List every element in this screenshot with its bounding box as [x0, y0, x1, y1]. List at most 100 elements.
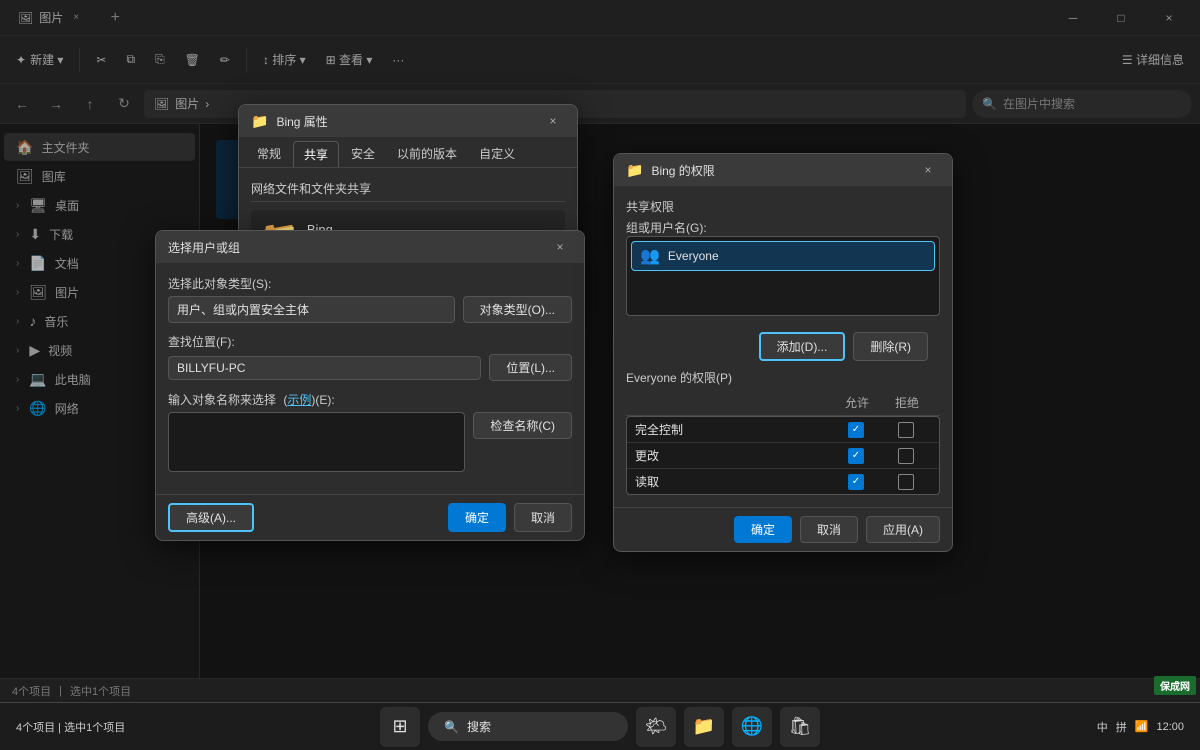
- bing-perms-cancel-btn[interactable]: 取消: [800, 516, 858, 543]
- tab-close-btn[interactable]: ×: [69, 11, 83, 25]
- bing-perms-dialog: 📁 Bing 的权限 × 共享权限 组或用户名(G): 👥 Everyone 添…: [613, 153, 953, 552]
- select-user-body: 选择此对象类型(S): 用户、组或内置安全主体 对象类型(O)... 查找位置(…: [156, 263, 584, 494]
- address-icon: 🖼: [154, 97, 169, 111]
- taskbar: 4个项目 | 选中1个项目 ⊞ 🔍 搜索 🌤 📁 🌐 🛍 中 拼 📶 12:00: [0, 702, 1200, 750]
- documents-arrow: ›: [16, 258, 19, 269]
- select-user-title: 选择用户或组: [168, 239, 540, 256]
- taskbar-files-btn[interactable]: 📁: [684, 707, 724, 747]
- perm-name-modify: 更改: [635, 447, 831, 464]
- new-tab-btn[interactable]: +: [101, 4, 129, 32]
- minimize-btn[interactable]: ─: [1050, 0, 1096, 36]
- search-bar[interactable]: 🔍 在图片中搜索: [972, 90, 1192, 118]
- paste-btn[interactable]: ⎘: [147, 44, 173, 76]
- tab-custom[interactable]: 自定义: [469, 141, 525, 167]
- status-selected: 选中1个项目: [70, 683, 131, 699]
- share-perms-label: 共享权限: [626, 198, 940, 215]
- sidebar-item-desktop[interactable]: › 🖥 桌面: [4, 191, 195, 219]
- perm-allow-modify[interactable]: [848, 448, 864, 464]
- pictures-arrow: ›: [16, 287, 19, 298]
- explorer-addressbar: ← → ↑ ↻ 🖼 图片 › 🔍 在图片中搜索: [0, 84, 1200, 124]
- perm-col-allow: 允许: [832, 394, 882, 411]
- everyone-label: Everyone: [668, 249, 719, 263]
- toolbar-sep-1: [79, 48, 80, 72]
- example-link[interactable]: 示例: [287, 393, 311, 407]
- cut-btn[interactable]: ✂: [88, 44, 114, 76]
- maximize-btn[interactable]: □: [1098, 0, 1144, 36]
- details-btn[interactable]: ☰ 详细信息: [1114, 44, 1192, 76]
- add-user-btn[interactable]: 添加(D)...: [759, 332, 846, 361]
- bing-perms-close-btn[interactable]: ×: [916, 158, 940, 182]
- taskbar-store-btn[interactable]: 🛍: [780, 707, 820, 747]
- perm-deny-read[interactable]: [898, 474, 914, 490]
- select-user-cancel-btn[interactable]: 取消: [514, 503, 572, 532]
- object-name-input[interactable]: [168, 412, 465, 472]
- select-user-ok-btn[interactable]: 确定: [448, 503, 506, 532]
- perm-deny-modify[interactable]: [898, 448, 914, 464]
- bing-perms-ok-btn[interactable]: 确定: [734, 516, 792, 543]
- perm-allow-read[interactable]: [848, 474, 864, 490]
- bing-props-icon: 📁: [251, 113, 268, 130]
- refresh-btn[interactable]: ↻: [110, 90, 138, 118]
- forward-btn[interactable]: →: [42, 90, 70, 118]
- perms-section: 共享权限 组或用户名(G): 👥 Everyone 添加(D)... 删除(R)…: [614, 186, 952, 507]
- tab-general[interactable]: 常规: [247, 141, 291, 167]
- status-count: 4个项目: [12, 683, 51, 699]
- desktop-arrow: ›: [16, 200, 19, 211]
- sidebar-item-gallery[interactable]: 🖼 图库: [4, 162, 195, 190]
- delete-btn[interactable]: 🗑: [177, 44, 208, 76]
- bing-props-close-btn[interactable]: ×: [541, 109, 565, 133]
- rename-btn[interactable]: ✏: [212, 44, 238, 76]
- sidebar-label-desktop: 桌面: [55, 197, 79, 214]
- videos-icon: ▶: [29, 342, 40, 359]
- sidebar-item-home[interactable]: 🏠 主文件夹: [4, 133, 195, 161]
- perm-row-modify: 更改: [627, 443, 939, 469]
- watermark: 保成网: [1154, 676, 1196, 695]
- perm-allow-fullcontrol[interactable]: [848, 422, 864, 438]
- taskbar-edge-btn[interactable]: 🌐: [732, 707, 772, 747]
- tray-lang-pin[interactable]: 拼: [1116, 719, 1127, 735]
- location-label: 查找位置(F):: [168, 333, 572, 350]
- pictures-icon: 🖼: [29, 284, 47, 301]
- advanced-btn[interactable]: 高级(A)...: [168, 503, 254, 532]
- location-row: 查找位置(F): BILLYFU-PC 位置(L)...: [168, 333, 572, 381]
- perm-col-deny: 拒绝: [882, 394, 932, 411]
- desktop-icon: 🖥: [29, 197, 47, 214]
- tab-previous[interactable]: 以前的版本: [387, 141, 467, 167]
- new-btn[interactable]: ✦ ✦ 新建 新建 ▾: [8, 44, 71, 76]
- tab-security[interactable]: 安全: [341, 141, 385, 167]
- select-user-dialog: 选择用户或组 × 选择此对象类型(S): 用户、组或内置安全主体 对象类型(O)…: [155, 230, 585, 541]
- explorer-tab-pictures[interactable]: 🖼 图片 ×: [8, 5, 93, 30]
- bing-perms-apply-btn[interactable]: 应用(A): [866, 516, 940, 543]
- taskbar-search[interactable]: 🔍 搜索: [428, 712, 628, 741]
- more-btn[interactable]: ···: [384, 44, 412, 76]
- perm-deny-fullcontrol[interactable]: [898, 422, 914, 438]
- view-btn[interactable]: ⊞ 查看 ▾: [318, 44, 381, 76]
- perm-name-fullcontrol: 完全控制: [635, 421, 831, 438]
- object-type-label: 选择此对象类型(S):: [168, 275, 572, 292]
- network-icon: 🌐: [29, 400, 46, 417]
- sidebar-label-downloads: 下载: [49, 226, 73, 243]
- windows-start-btn[interactable]: ⊞: [380, 707, 420, 747]
- tray-lang-zh[interactable]: 中: [1097, 719, 1108, 735]
- sidebar-label-thispc: 此电脑: [55, 371, 91, 388]
- remove-user-btn[interactable]: 删除(R): [853, 332, 928, 361]
- check-name-btn[interactable]: 检查名称(C): [473, 412, 572, 439]
- toolbar-sep-2: [246, 48, 247, 72]
- taskbar-widget-btn[interactable]: 🌤: [636, 707, 676, 747]
- up-btn[interactable]: ↑: [76, 90, 104, 118]
- close-btn[interactable]: ×: [1146, 0, 1192, 36]
- back-btn[interactable]: ←: [8, 90, 36, 118]
- object-type-btn[interactable]: 对象类型(O)...: [463, 296, 572, 323]
- address-label: 图片: [175, 95, 199, 112]
- tab-title-label: 图片: [39, 9, 63, 26]
- copy-btn[interactable]: ⧉: [118, 44, 143, 76]
- object-type-row: 选择此对象类型(S): 用户、组或内置安全主体 对象类型(O)...: [168, 275, 572, 323]
- sidebar-label-music: 音乐: [44, 313, 68, 330]
- documents-icon: 📄: [29, 255, 46, 272]
- tab-share[interactable]: 共享: [293, 141, 339, 167]
- select-user-close-btn[interactable]: ×: [548, 235, 572, 259]
- tab-folder-icon: 🖼: [18, 11, 33, 25]
- location-btn[interactable]: 位置(L)...: [489, 354, 572, 381]
- sort-btn[interactable]: ↕ 排序 ▾: [255, 44, 314, 76]
- perms-everyone-item[interactable]: 👥 Everyone: [631, 241, 935, 271]
